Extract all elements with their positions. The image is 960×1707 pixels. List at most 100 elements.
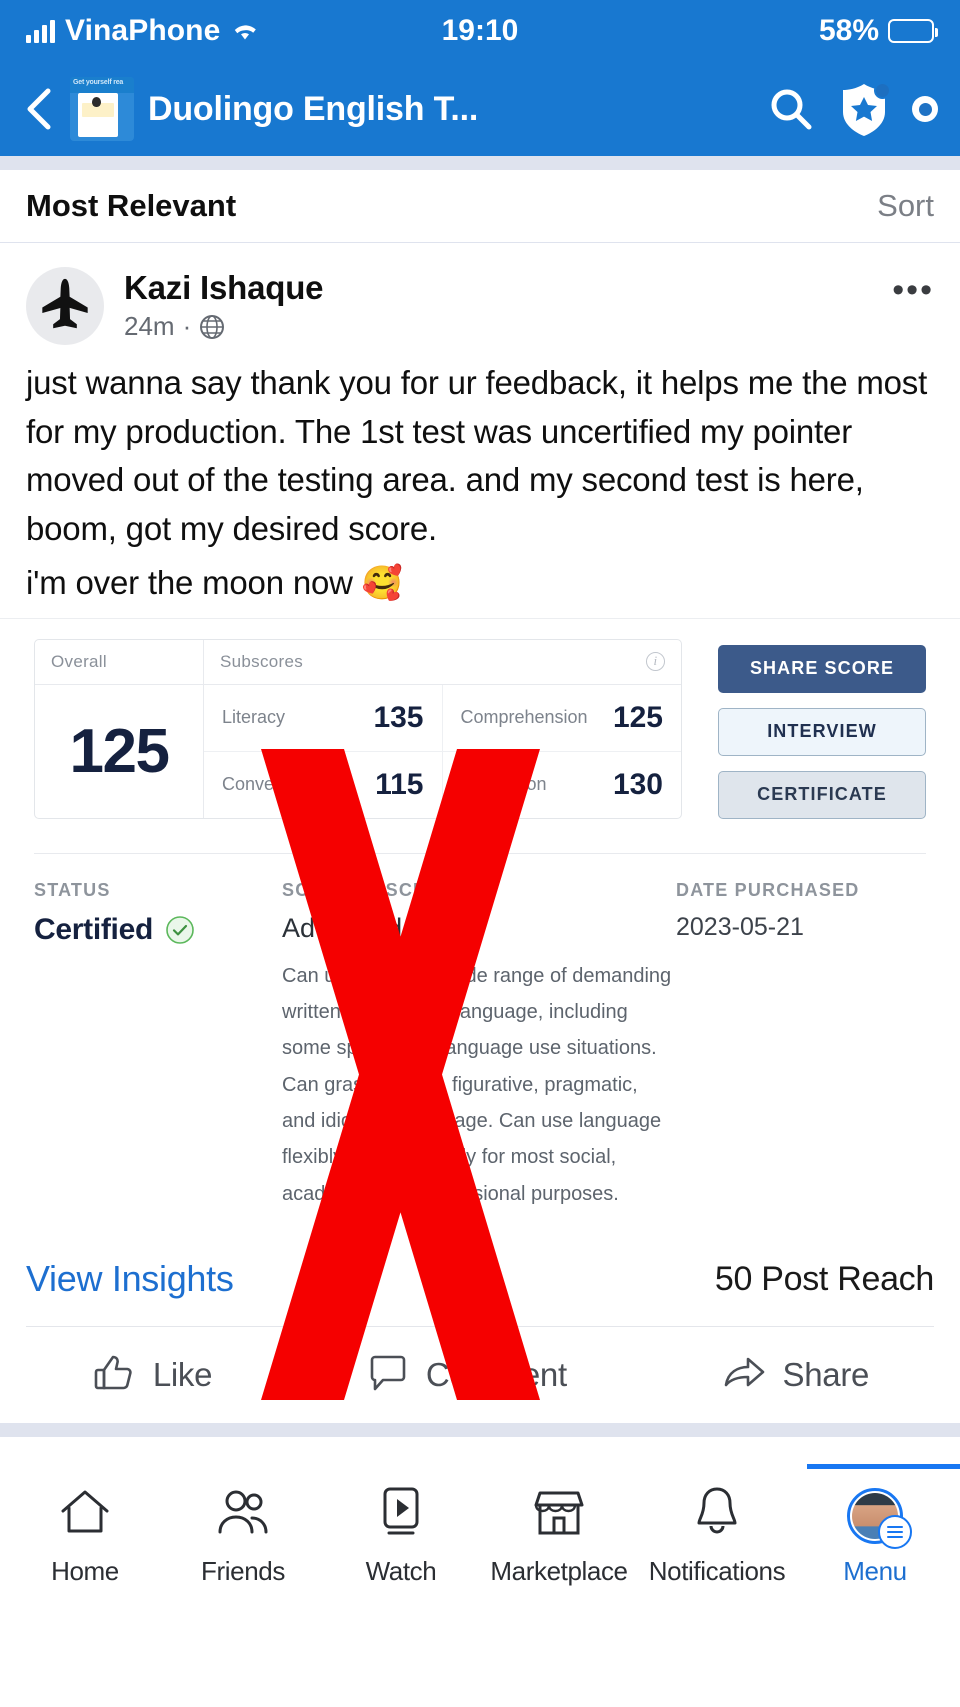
- status-column: STATUS Certified: [34, 880, 282, 1213]
- back-chevron-icon[interactable]: [22, 87, 56, 131]
- subscore-cell: Production 130: [443, 752, 682, 818]
- nav-label-home: Home: [51, 1556, 119, 1587]
- like-button[interactable]: Like: [91, 1350, 212, 1401]
- subscore-value: 115: [375, 767, 424, 801]
- battery-icon: [888, 19, 938, 43]
- bottom-navigation: Home Friends Watch Marketplace Notificat…: [0, 1437, 960, 1606]
- status-value: Certified: [34, 912, 153, 946]
- info-icon[interactable]: i: [646, 652, 665, 671]
- post-reach-label: 50 Post Reach: [714, 1259, 934, 1298]
- post-body-paragraph-2: i'm over the moon now 🥰: [26, 564, 403, 601]
- post-action-bar: Like Comment Share: [0, 1327, 960, 1423]
- subscores-header-label: Subscores: [220, 651, 304, 671]
- home-icon: [57, 1487, 113, 1544]
- subscore-name: Literacy: [222, 707, 286, 727]
- certificate-button[interactable]: CERTIFICATE: [718, 770, 926, 819]
- overall-header: Overall: [35, 640, 203, 685]
- post-body-paragraph-1: just wanna say thank you for ur feedback…: [26, 364, 928, 547]
- share-label: Share: [782, 1356, 870, 1394]
- nav-item-watch[interactable]: Watch: [325, 1461, 477, 1587]
- score-description-level: Advanced: [282, 912, 403, 943]
- nav-item-home[interactable]: Home: [9, 1463, 161, 1587]
- score-top-row: Overall Subscores i 125 Literacy 135 Com…: [34, 638, 926, 819]
- score-details-row: STATUS Certified SCORE DESCRIPTION Advan…: [0, 854, 960, 1213]
- clock-label: 19:10: [441, 14, 519, 47]
- subscores-header: Subscores i: [203, 639, 681, 685]
- score-card-inner: Overall Subscores i 125 Literacy 135 Com…: [0, 638, 960, 819]
- post-author-name[interactable]: Kazi Ishaque: [124, 269, 324, 306]
- comment-label: Comment: [425, 1356, 567, 1394]
- subscore-grid: Literacy 135 Comprehension 125 Conversat…: [203, 684, 682, 818]
- score-description-text: Can understand a wide range of demanding…: [282, 964, 672, 1205]
- subscore-value: 130: [612, 767, 663, 801]
- hamburger-icon: [878, 1515, 912, 1550]
- thumbs-up-icon: [91, 1350, 137, 1401]
- share-arrow-icon: [721, 1351, 767, 1400]
- globe-icon[interactable]: [199, 314, 225, 340]
- marketplace-store-icon: [531, 1487, 587, 1544]
- subscore-name: Comprehension: [460, 707, 588, 727]
- facebook-post-screen: VinaPhone 19:10 58% Get yourself rea Duo…: [0, 0, 960, 1707]
- post-body: just wanna say thank you for ur feedback…: [0, 345, 960, 618]
- status-badge: Certified: [34, 913, 282, 947]
- comment-bubble-icon: [366, 1351, 410, 1400]
- notifications-bell-icon: [692, 1485, 742, 1544]
- app-header: Get yourself rea Duolingo English T...: [0, 62, 960, 156]
- page-thumbnail-icon[interactable]: Get yourself rea: [70, 77, 134, 141]
- score-description-kicker: SCORE DESCRIPTION: [282, 879, 495, 900]
- friends-icon: [214, 1487, 272, 1544]
- post-timestamp: 24m: [124, 311, 175, 341]
- score-table: Overall Subscores i 125 Literacy 135 Com…: [34, 638, 682, 819]
- nav-item-friends[interactable]: Friends: [167, 1463, 319, 1587]
- date-purchased-kicker: DATE PURCHASED: [676, 879, 860, 900]
- header-actions: [766, 82, 938, 136]
- overall-score-value: 125: [69, 716, 170, 786]
- watch-video-icon: [375, 1485, 427, 1544]
- status-kicker: STATUS: [34, 879, 111, 900]
- shield-star-icon[interactable]: [838, 82, 891, 136]
- subscore-cell: Literacy 135: [204, 684, 443, 752]
- subscore-cell: Conversation 115: [204, 751, 443, 818]
- score-report-image[interactable]: Overall Subscores i 125 Literacy 135 Com…: [0, 617, 960, 1400]
- share-button[interactable]: Share: [721, 1351, 870, 1400]
- more-options-icon[interactable]: [912, 96, 938, 122]
- search-icon[interactable]: [766, 84, 816, 134]
- like-label: Like: [152, 1356, 213, 1394]
- date-purchased-column: DATE PURCHASED 2023-05-21: [676, 880, 926, 1213]
- share-score-button[interactable]: SHARE SCORE: [718, 644, 926, 693]
- sort-button[interactable]: Sort: [877, 188, 934, 224]
- interview-button[interactable]: INTERVIEW: [718, 707, 926, 756]
- bottom-divider: [0, 1423, 960, 1438]
- post-more-icon[interactable]: •••: [892, 267, 934, 310]
- subscore-value: 125: [612, 700, 663, 734]
- post-author-block: Kazi Ishaque 24m ·: [124, 267, 872, 342]
- subscore-name: Production: [460, 774, 547, 794]
- battery-percent-label: 58%: [818, 14, 879, 47]
- post-subline: 24m ·: [124, 311, 872, 342]
- score-actions: SHARE SCORE INTERVIEW CERTIFICATE: [718, 639, 926, 819]
- nav-label-friends: Friends: [201, 1556, 285, 1587]
- date-purchased-value: 2023-05-21: [676, 912, 804, 941]
- status-right: 58%: [818, 14, 938, 48]
- view-insights-link[interactable]: View Insights: [26, 1258, 234, 1300]
- airplane-avatar-icon[interactable]: [26, 267, 104, 345]
- comment-button[interactable]: Comment: [366, 1351, 567, 1400]
- sort-bar: Most Relevant Sort: [0, 170, 960, 242]
- most-relevant-label[interactable]: Most Relevant: [26, 188, 236, 224]
- score-description-column: SCORE DESCRIPTION Advanced Can understan…: [282, 880, 676, 1213]
- nav-item-marketplace[interactable]: Marketplace: [483, 1463, 635, 1587]
- nav-item-menu[interactable]: Menu: [799, 1464, 960, 1587]
- menu-avatar-icon: [847, 1488, 912, 1550]
- nav-label-watch: Watch: [365, 1556, 437, 1587]
- post-card: Kazi Ishaque 24m · ••• just wanna say th…: [0, 243, 960, 1424]
- page-title[interactable]: Duolingo English T...: [148, 90, 752, 129]
- subscore-cell: Comprehension 125: [442, 685, 681, 752]
- nav-label-menu: Menu: [843, 1556, 907, 1587]
- nav-item-notifications[interactable]: Notifications: [641, 1461, 793, 1587]
- post-header: Kazi Ishaque 24m · •••: [0, 251, 960, 345]
- nav-label-marketplace: Marketplace: [490, 1556, 628, 1587]
- subscore-name: Conversation: [222, 774, 329, 794]
- check-circle-icon: [165, 915, 195, 945]
- section-divider-top: [0, 156, 960, 170]
- active-tab-indicator: [807, 1464, 960, 1470]
